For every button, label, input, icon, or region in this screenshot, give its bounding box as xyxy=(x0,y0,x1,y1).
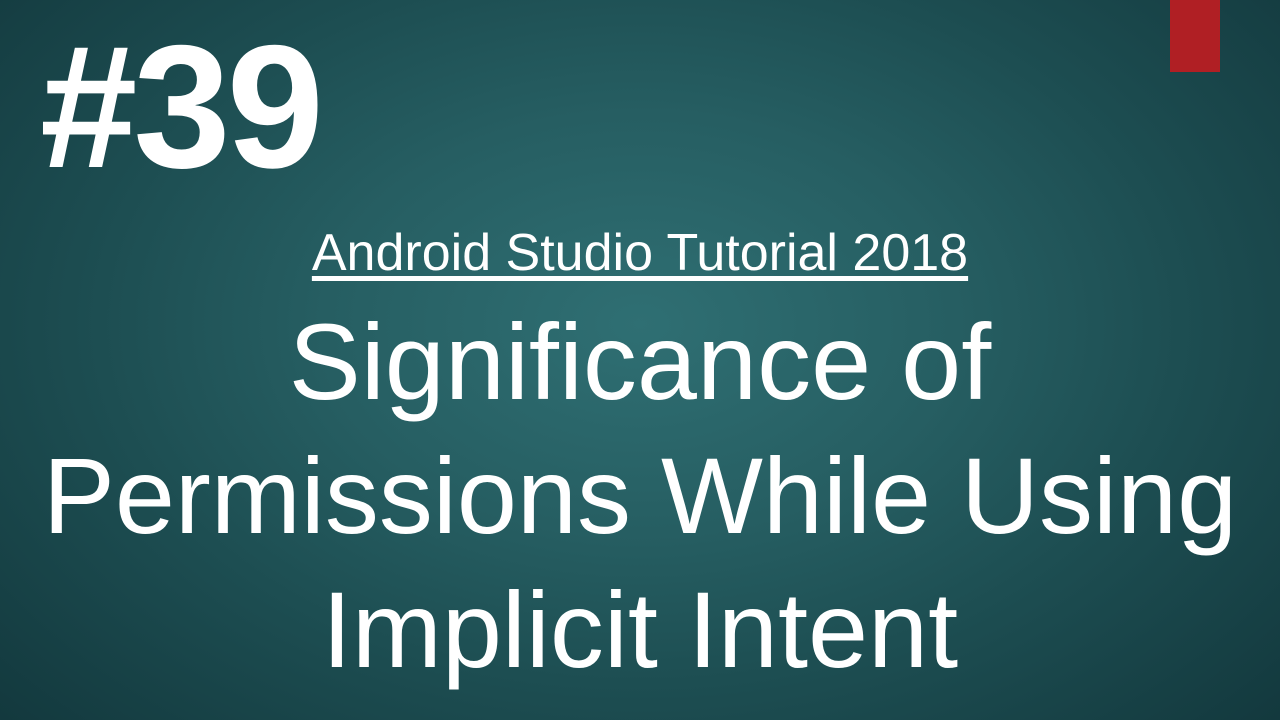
accent-bar xyxy=(1170,0,1220,72)
episode-number: #39 xyxy=(40,20,320,195)
episode-title: Significance of Permissions While Using … xyxy=(0,295,1280,697)
tutorial-series-subtitle: Android Studio Tutorial 2018 xyxy=(0,223,1280,283)
